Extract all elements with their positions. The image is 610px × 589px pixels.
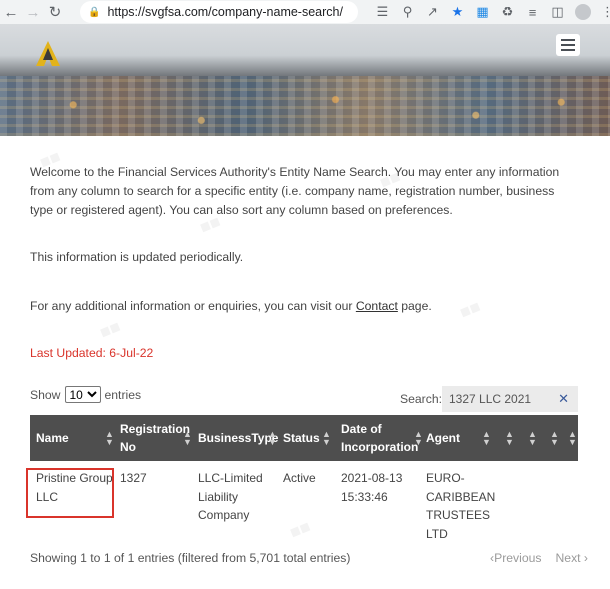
bookmark-star-icon[interactable]: ★ xyxy=(445,0,470,24)
side-panel-icon[interactable]: ◫ xyxy=(545,0,570,24)
lock-icon: 🔒 xyxy=(88,6,101,18)
last-updated-date: 6-Jul-22 xyxy=(109,346,154,360)
clear-search-icon[interactable]: ✕ xyxy=(558,391,569,407)
sort-icon[interactable]: ▲ ▼ xyxy=(414,430,423,447)
contact-note: For any additional information or enquir… xyxy=(30,299,432,313)
forward-arrow-icon[interactable]: → xyxy=(22,0,44,24)
sort-icon[interactable]: ▲ ▼ xyxy=(528,430,537,447)
column-header-registration[interactable]: Registration No xyxy=(120,415,190,461)
table-header: Name ▲ ▼ Registration No ▲ ▼ BusinessType … xyxy=(30,415,578,461)
address-bar[interactable]: 🔒 https://svgfsa.com/company-name-search… xyxy=(80,1,358,23)
site-banner xyxy=(0,24,610,136)
search-label: Search: xyxy=(400,392,443,406)
cell-date: 2021-08-13 15:33:46 xyxy=(341,471,403,504)
table-info: Showing 1 to 1 of 1 entries (filtered fr… xyxy=(30,551,351,565)
cell-registration: 1327 xyxy=(120,471,147,485)
previous-button[interactable]: ‹Previous xyxy=(490,551,541,565)
watermark: ■■ xyxy=(457,296,484,323)
search-box: ✕ xyxy=(442,386,578,412)
share-icon[interactable]: ↗ xyxy=(420,0,445,24)
sort-icon[interactable]: ▲ ▼ xyxy=(550,430,559,447)
sort-icon[interactable]: ▲ ▼ xyxy=(183,430,192,447)
cell-status: Active xyxy=(283,471,316,485)
page-size-control: Show 10 entries xyxy=(30,386,141,403)
extension-icon[interactable]: ▦ xyxy=(470,0,495,24)
last-updated: Last Updated: 6-Jul-22 xyxy=(30,346,154,360)
reading-list-icon[interactable]: ≡ xyxy=(520,0,545,24)
fsa-logo-icon[interactable] xyxy=(32,38,64,68)
sort-icon[interactable]: ▲ ▼ xyxy=(568,430,577,447)
sort-icon[interactable]: ▲ ▼ xyxy=(505,430,514,447)
update-note: This information is updated periodically… xyxy=(30,250,244,264)
highlight-box xyxy=(26,468,114,518)
page-size-select[interactable]: 10 xyxy=(64,386,101,403)
hamburger-menu-icon[interactable] xyxy=(556,34,580,56)
reload-icon[interactable]: ↻ xyxy=(44,0,66,24)
zoom-icon[interactable]: ⚲ xyxy=(395,0,420,24)
column-header-agent[interactable]: Agent xyxy=(426,415,460,461)
column-header-business-type[interactable]: BusinessType xyxy=(198,415,278,461)
search-input[interactable] xyxy=(449,392,553,406)
watermark: ■■ xyxy=(97,316,124,343)
cell-agent: EURO- CARIBBEAN TRUSTEES LTD xyxy=(426,471,496,541)
contact-link[interactable]: Contact xyxy=(356,299,398,313)
column-header-status[interactable]: Status xyxy=(283,415,320,461)
back-arrow-icon[interactable]: ← xyxy=(0,0,22,24)
column-header-name[interactable]: Name xyxy=(36,415,69,461)
browser-toolbar: ← → ↻ 🔒 https://svgfsa.com/company-name-… xyxy=(0,0,610,24)
url-text: https://svgfsa.com/company-name-search/ xyxy=(107,5,343,19)
more-vertical-icon[interactable]: ⋮ xyxy=(595,0,610,24)
sort-icon[interactable]: ▲ ▼ xyxy=(482,430,491,447)
sort-icon[interactable]: ▲ ▼ xyxy=(268,430,277,447)
next-button[interactable]: Next › xyxy=(555,551,588,565)
sort-icon[interactable]: ▲ ▼ xyxy=(322,430,331,447)
intro-paragraph: Welcome to the Financial Services Author… xyxy=(30,165,560,217)
translate-icon[interactable]: ☰ xyxy=(370,0,395,24)
sort-icon[interactable]: ▲ ▼ xyxy=(105,430,114,447)
entity-table: Name ▲ ▼ Registration No ▲ ▼ BusinessType … xyxy=(26,415,578,571)
puzzle-icon[interactable]: ♻ xyxy=(495,0,520,24)
pagination: ‹Previous Next › xyxy=(490,551,588,565)
profile-avatar-icon[interactable] xyxy=(570,0,595,24)
column-header-date[interactable]: Date of Incorporation xyxy=(341,415,418,461)
cell-business-type: LLC-Limited Liability Company xyxy=(198,471,263,522)
